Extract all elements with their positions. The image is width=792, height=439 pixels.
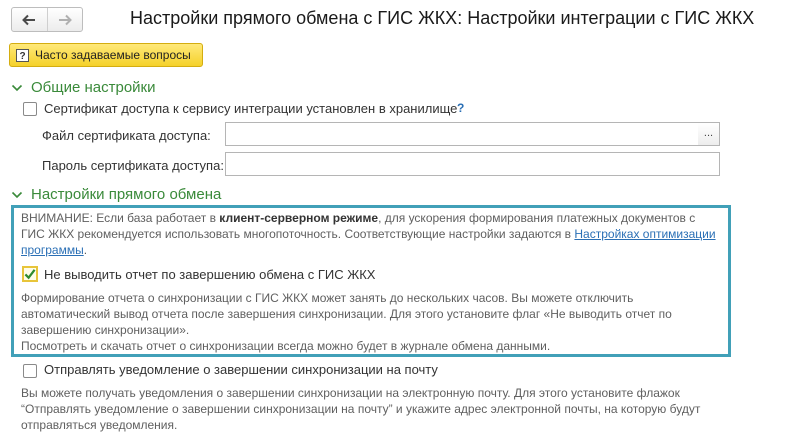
- section-direct[interactable]: Настройки прямого обмена: [11, 186, 221, 203]
- section-direct-title: Настройки прямого обмена: [31, 186, 222, 203]
- warning-bold: клиент-серверном режиме: [219, 211, 379, 225]
- back-button[interactable]: [12, 8, 47, 31]
- section-general[interactable]: Общие настройки: [11, 79, 156, 96]
- warning-text: ВНИМАНИЕ: Если база работает в клиент-се…: [21, 210, 721, 258]
- checkmark-icon: [24, 269, 36, 280]
- email-notify-label: Отправлять уведомление о завершении синх…: [44, 362, 438, 377]
- chevron-down-icon: [11, 191, 23, 198]
- cert-storage-checkbox[interactable]: [23, 102, 37, 116]
- section-general-title: Общие настройки: [31, 79, 156, 96]
- arrow-right-icon: [58, 14, 72, 25]
- arrow-left-icon: [22, 14, 36, 25]
- cert-password-label: Пароль сертификата доступа:: [42, 158, 224, 173]
- warning-suffix: .: [83, 243, 88, 257]
- no-report-hint-2: Посмотреть и скачать отчет о синхронизац…: [21, 339, 551, 353]
- forward-button[interactable]: [46, 8, 83, 31]
- cert-file-field[interactable]: [225, 122, 699, 146]
- no-report-checkbox[interactable]: [22, 266, 38, 282]
- cert-file-label: Файл сертификата доступа:: [42, 128, 211, 143]
- no-report-label: Не выводить отчет по завершению обмена с…: [44, 267, 376, 282]
- email-notify-checkbox[interactable]: [23, 364, 37, 378]
- help-icon[interactable]: ?: [457, 101, 464, 115]
- email-notify-hint: Вы можете получать уведомления о заверше…: [21, 386, 701, 432]
- warning-prefix: ВНИМАНИЕ: Если база работает в: [21, 211, 220, 225]
- page-title: Настройки прямого обмена с ГИС ЖКХ: Наст…: [130, 8, 755, 28]
- no-report-hint: Формирование отчета о синхронизации с ГИ…: [21, 291, 672, 337]
- nav-buttons: [11, 7, 83, 32]
- cert-password-field[interactable]: [225, 152, 720, 176]
- cert-storage-label: Сертификат доступа к сервису интеграции …: [44, 101, 458, 116]
- faq-button[interactable]: ? Часто задаваемые вопросы: [9, 43, 203, 67]
- chevron-down-icon: [11, 84, 23, 91]
- faq-button-label: Часто задаваемые вопросы: [35, 48, 191, 62]
- browse-button[interactable]: ...: [698, 122, 720, 146]
- question-icon: ?: [16, 48, 29, 62]
